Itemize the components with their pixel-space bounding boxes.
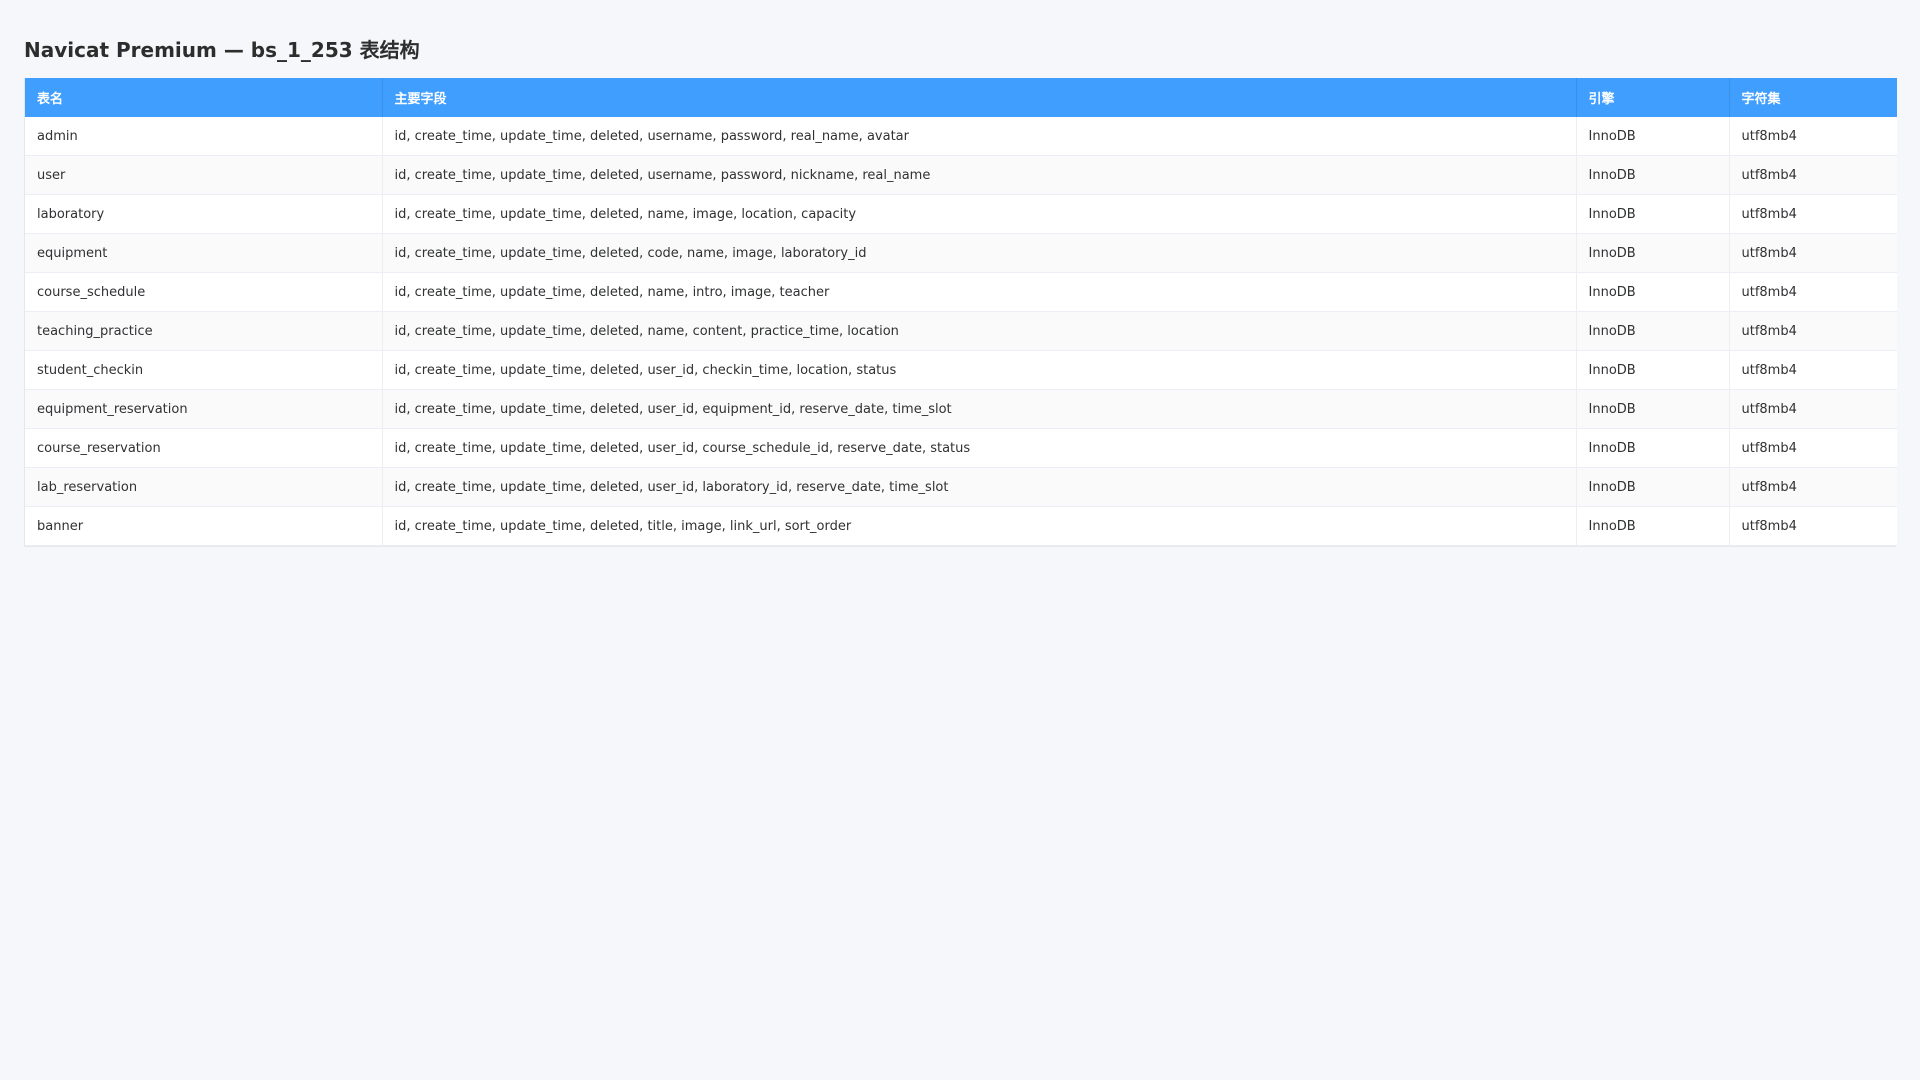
cell-name: teaching_practice <box>25 311 383 351</box>
table-row[interactable]: admin id, create_time, update_time, delet… <box>25 117 1897 156</box>
cell-charset: utf8mb4 <box>1729 233 1897 273</box>
cell-name: equipment <box>25 233 383 273</box>
cell-name: laboratory <box>25 194 383 234</box>
table-structure-table: 表名 主要字段 引擎 字符集 admin id, create_time, upd… <box>25 78 1897 546</box>
cell-name: user <box>25 155 383 195</box>
table-row[interactable]: equipment_reservation id, create_time, up… <box>25 389 1897 429</box>
cell-charset: utf8mb4 <box>1729 428 1897 468</box>
cell-charset: utf8mb4 <box>1729 506 1897 546</box>
cell-fields: id, create_time, update_time, deleted, n… <box>382 311 1577 351</box>
table-header: 表名 主要字段 引擎 字符集 <box>25 78 1897 117</box>
page-title: Navicat Premium — bs_1_253 表结构 <box>24 38 420 62</box>
cell-charset: utf8mb4 <box>1729 117 1897 156</box>
cell-name: banner <box>25 506 383 546</box>
table-row[interactable]: course_schedule id, create_time, update_t… <box>25 272 1897 312</box>
cell-engine: InnoDB <box>1576 155 1730 195</box>
cell-fields: id, create_time, update_time, deleted, c… <box>382 233 1577 273</box>
cell-fields: id, create_time, update_time, deleted, u… <box>382 389 1577 429</box>
cell-fields: id, create_time, update_time, deleted, u… <box>382 467 1577 507</box>
cell-engine: InnoDB <box>1576 506 1730 546</box>
cell-engine: InnoDB <box>1576 350 1730 390</box>
cell-fields: id, create_time, update_time, deleted, n… <box>382 194 1577 234</box>
cell-charset: utf8mb4 <box>1729 272 1897 312</box>
cell-charset: utf8mb4 <box>1729 389 1897 429</box>
cell-charset: utf8mb4 <box>1729 467 1897 507</box>
cell-fields: id, create_time, update_time, deleted, u… <box>382 117 1577 156</box>
cell-name: lab_reservation <box>25 467 383 507</box>
cell-engine: InnoDB <box>1576 467 1730 507</box>
page-container: Navicat Premium — bs_1_253 表结构 表名 主要字段 引… <box>24 36 1897 547</box>
table-row[interactable]: banner id, create_time, update_time, dele… <box>25 506 1897 546</box>
cell-engine: InnoDB <box>1576 233 1730 273</box>
table-structure-container: 表名 主要字段 引擎 字符集 admin id, create_time, upd… <box>24 78 1897 547</box>
table-row[interactable]: lab_reservation id, create_time, update_t… <box>25 467 1897 507</box>
cell-charset: utf8mb4 <box>1729 350 1897 390</box>
cell-fields: id, create_time, update_time, deleted, u… <box>382 350 1577 390</box>
cell-engine: InnoDB <box>1576 117 1730 156</box>
column-header-engine[interactable]: 引擎 <box>1576 78 1730 117</box>
cell-name: equipment_reservation <box>25 389 383 429</box>
cell-charset: utf8mb4 <box>1729 194 1897 234</box>
cell-engine: InnoDB <box>1576 428 1730 468</box>
column-header-fields[interactable]: 主要字段 <box>382 78 1577 117</box>
cell-fields: id, create_time, update_time, deleted, u… <box>382 428 1577 468</box>
table-row[interactable]: laboratory id, create_time, update_time, … <box>25 194 1897 234</box>
table-row[interactable]: student_checkin id, create_time, update_t… <box>25 350 1897 390</box>
table-header-row: 表名 主要字段 引擎 字符集 <box>25 78 1897 117</box>
cell-fields: id, create_time, update_time, deleted, t… <box>382 506 1577 546</box>
cell-fields: id, create_time, update_time, deleted, n… <box>382 272 1577 312</box>
cell-charset: utf8mb4 <box>1729 311 1897 351</box>
cell-name: course_reservation <box>25 428 383 468</box>
cell-engine: InnoDB <box>1576 272 1730 312</box>
cell-engine: InnoDB <box>1576 194 1730 234</box>
cell-fields: id, create_time, update_time, deleted, u… <box>382 155 1577 195</box>
table-row[interactable]: user id, create_time, update_time, delete… <box>25 155 1897 195</box>
table-row[interactable]: equipment id, create_time, update_time, d… <box>25 233 1897 273</box>
cell-charset: utf8mb4 <box>1729 155 1897 195</box>
table-row[interactable]: teaching_practice id, create_time, update… <box>25 311 1897 351</box>
column-header-name[interactable]: 表名 <box>25 78 383 117</box>
cell-name: student_checkin <box>25 350 383 390</box>
table-row[interactable]: course_reservation id, create_time, updat… <box>25 428 1897 468</box>
table-body: admin id, create_time, update_time, delet… <box>25 117 1897 546</box>
cell-engine: InnoDB <box>1576 311 1730 351</box>
cell-engine: InnoDB <box>1576 389 1730 429</box>
cell-name: course_schedule <box>25 272 383 312</box>
column-header-charset[interactable]: 字符集 <box>1729 78 1897 117</box>
cell-name: admin <box>25 117 383 156</box>
